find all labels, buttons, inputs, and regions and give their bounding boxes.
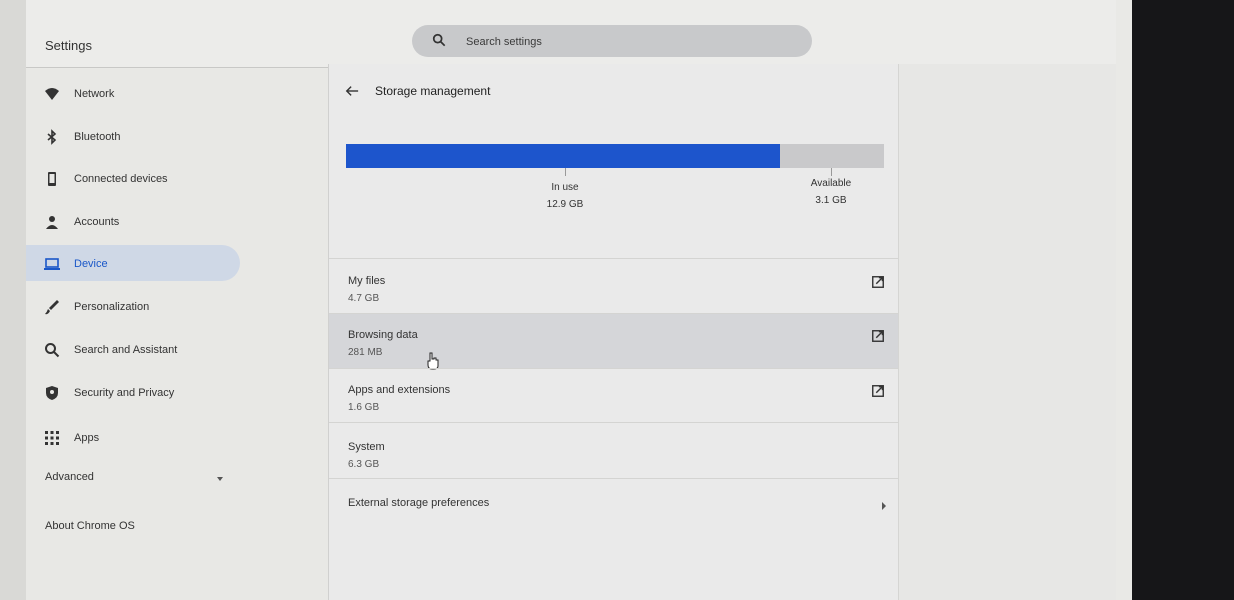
app-title: Settings xyxy=(45,38,92,53)
row-name: Browsing data xyxy=(348,329,418,341)
storage-used-fill xyxy=(346,144,780,168)
storage-management-panel: Storage management In use 12.9 GB Availa… xyxy=(328,64,913,600)
sidebar-item-search-and-assistant[interactable]: Search and Assistant xyxy=(26,331,240,367)
open-external-icon[interactable] xyxy=(871,384,885,398)
chevron-right-icon xyxy=(882,502,886,510)
sidebar-item-label: Network xyxy=(74,88,115,100)
sidebar-item-label: Search and Assistant xyxy=(74,344,178,356)
bluetooth-icon xyxy=(47,129,57,145)
sidebar-item-label: Apps xyxy=(74,432,100,444)
back-arrow-icon[interactable] xyxy=(345,84,359,98)
sidebar-item-label: Bluetooth xyxy=(74,131,121,143)
sidebar-item-label: Connected devices xyxy=(74,173,168,185)
right-bezel xyxy=(1124,0,1234,600)
storage-row-apps-and-extensions[interactable]: Apps and extensions 1.6 GB xyxy=(329,369,913,423)
row-size: 6.3 GB xyxy=(348,459,380,470)
sidebar: Network Bluetooth Connected devices Acco… xyxy=(26,69,328,600)
row-name: My files xyxy=(348,275,386,287)
row-size: 4.7 GB xyxy=(348,293,380,304)
left-bezel xyxy=(0,0,28,600)
open-external-icon[interactable] xyxy=(871,329,885,343)
open-external-icon[interactable] xyxy=(871,275,885,289)
brush-icon xyxy=(45,300,59,315)
in-use-label: In use xyxy=(551,182,579,193)
sidebar-item-label: Accounts xyxy=(74,216,120,228)
storage-row-browsing-data[interactable]: Browsing data 281 MB xyxy=(329,314,913,370)
chevron-down-icon xyxy=(217,477,223,481)
available-tick xyxy=(831,168,832,176)
sidebar-about-chrome-os[interactable]: About Chrome OS xyxy=(45,520,135,532)
storage-row-my-files[interactable]: My files 4.7 GB xyxy=(329,260,913,314)
sidebar-item-personalization[interactable]: Personalization xyxy=(26,288,240,324)
settings-window: Settings Search settings Network Bluetoo… xyxy=(26,0,1132,600)
available-label: Available xyxy=(810,178,852,189)
sidebar-item-label: Device xyxy=(74,258,108,270)
storage-row-system[interactable]: System 6.3 GB xyxy=(329,426,913,480)
search-input[interactable]: Search settings xyxy=(466,36,542,48)
sidebar-item-network[interactable]: Network xyxy=(26,75,240,111)
laptop-icon xyxy=(44,258,60,270)
row-name: System xyxy=(348,441,385,453)
row-name: Apps and extensions xyxy=(348,384,451,396)
storage-usage-bar xyxy=(346,144,884,168)
divider xyxy=(329,258,913,259)
in-use-value: 12.9 GB xyxy=(546,199,584,210)
sidebar-item-accounts[interactable]: Accounts xyxy=(26,203,240,239)
right-panel-background xyxy=(898,64,1116,600)
available-value: 3.1 GB xyxy=(815,195,847,206)
row-size: 281 MB xyxy=(348,347,383,358)
sidebar-advanced-toggle[interactable]: Advanced xyxy=(45,471,94,483)
sidebar-item-label: Personalization xyxy=(74,301,150,313)
apps-grid-icon xyxy=(45,431,59,445)
sidebar-item-security-and-privacy[interactable]: Security and Privacy xyxy=(26,374,240,410)
search-icon xyxy=(432,33,446,47)
divider xyxy=(329,478,913,479)
sidebar-item-connected-devices[interactable]: Connected devices xyxy=(26,160,240,196)
search-icon xyxy=(45,343,60,358)
sidebar-item-label: Security and Privacy xyxy=(74,387,175,399)
sidebar-item-apps[interactable]: Apps xyxy=(26,419,240,455)
person-icon xyxy=(46,216,58,229)
phone-icon xyxy=(48,172,56,186)
in-use-tick xyxy=(565,168,566,176)
top-bar: Settings Search settings xyxy=(26,0,1116,68)
sidebar-item-device[interactable]: Device xyxy=(26,245,240,281)
sidebar-item-bluetooth[interactable]: Bluetooth xyxy=(26,118,240,154)
search-box[interactable]: Search settings xyxy=(412,25,812,57)
row-size: 1.6 GB xyxy=(348,402,380,413)
shield-icon xyxy=(46,386,58,400)
storage-row-external-storage-preferences[interactable]: External storage preferences xyxy=(329,482,913,536)
divider xyxy=(329,422,913,423)
row-name: External storage preferences xyxy=(348,497,490,509)
page-title: Storage management xyxy=(375,84,491,98)
wifi-icon xyxy=(45,88,59,100)
